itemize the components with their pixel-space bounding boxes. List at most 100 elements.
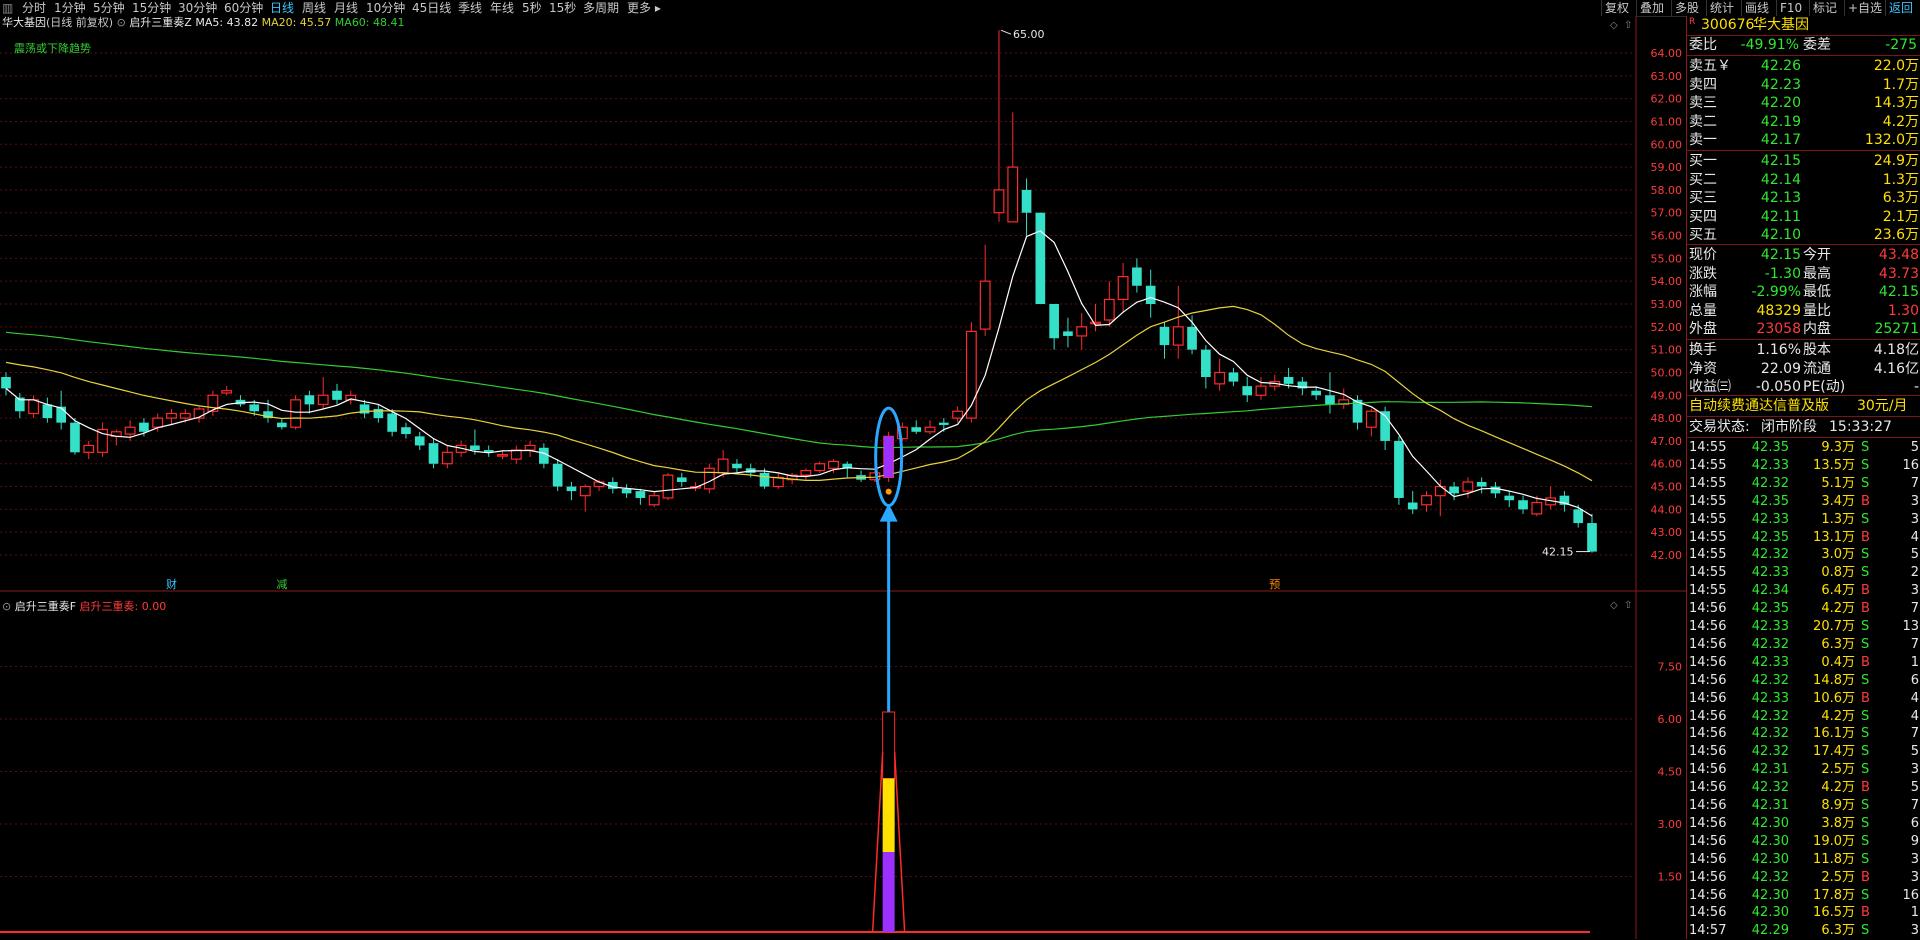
- candle-body[interactable]: [1476, 481, 1487, 487]
- candle-body[interactable]: [317, 394, 329, 406]
- candle-body[interactable]: [1159, 326, 1170, 346]
- candle-body[interactable]: [124, 426, 136, 435]
- candle-body[interactable]: [1049, 304, 1059, 339]
- tick-row[interactable]: 14:56 42.32 16.1万 S 7: [1687, 725, 1920, 743]
- candle-body[interactable]: [952, 410, 964, 419]
- period-tab-2[interactable]: 5分钟: [93, 0, 125, 16]
- tool-button-5[interactable]: F10: [1776, 0, 1805, 16]
- candle-body[interactable]: [924, 426, 936, 433]
- period-tab-6[interactable]: 日线: [270, 0, 294, 16]
- candle-body[interactable]: [83, 444, 95, 453]
- candle-body[interactable]: [1063, 331, 1073, 336]
- period-tab-9[interactable]: 10分钟: [366, 0, 405, 16]
- tick-row[interactable]: 14:56 42.31 8.9万 S 7: [1687, 797, 1920, 815]
- candle-body[interactable]: [579, 485, 591, 497]
- tick-row[interactable]: 14:56 42.30 19.0万 S 9: [1687, 833, 1920, 851]
- tick-row[interactable]: 14:55 42.33 1.3万 S 3: [1687, 511, 1920, 529]
- tick-row[interactable]: 14:56 42.32 2.5万 B 3: [1687, 869, 1920, 887]
- candle-body[interactable]: [401, 427, 411, 435]
- period-tab-3[interactable]: 15分钟: [132, 0, 171, 16]
- candle-body[interactable]: [703, 467, 715, 490]
- sell-level-5[interactable]: 卖五￥ 42.26 22.0万: [1687, 57, 1920, 75]
- tick-row[interactable]: 14:55 42.35 13.1万 B 4: [1687, 529, 1920, 547]
- candle-body[interactable]: [332, 390, 342, 400]
- tick-row[interactable]: 14:55 42.32 5.1万 S 7: [1687, 475, 1920, 493]
- period-tab-7[interactable]: 周线: [302, 0, 326, 16]
- buy-level-2[interactable]: 买二 42.14 1.3万: [1687, 171, 1920, 189]
- tool-button-3[interactable]: 统计: [1706, 0, 1737, 16]
- period-tab-12[interactable]: 年线: [490, 0, 514, 16]
- period-tab-15[interactable]: 多周期: [583, 0, 619, 16]
- candle-body[interactable]: [1035, 212, 1046, 304]
- candle-body[interactable]: [1228, 372, 1239, 382]
- period-tab-14[interactable]: 15秒: [549, 0, 576, 16]
- candle-body[interactable]: [1132, 267, 1142, 286]
- candle-body[interactable]: [911, 427, 922, 432]
- event-marker[interactable]: 财: [166, 577, 177, 591]
- candle-body[interactable]: [1573, 509, 1584, 524]
- sell-level-2[interactable]: 卖二 42.19 4.2万: [1687, 113, 1920, 131]
- candle-body[interactable]: [524, 444, 536, 451]
- candle-body[interactable]: [814, 463, 826, 472]
- tick-row[interactable]: 14:56 42.32 14.8万 S 6: [1687, 672, 1920, 690]
- candle-body[interactable]: [1007, 166, 1019, 223]
- buy-level-1[interactable]: 买一 42.15 24.9万: [1687, 152, 1920, 170]
- candle-body[interactable]: [566, 486, 577, 492]
- candle-body[interactable]: [800, 469, 812, 476]
- tick-row[interactable]: 14:55 42.35 3.4万 B 3: [1687, 493, 1920, 511]
- period-tab-1[interactable]: 1分钟: [54, 0, 86, 16]
- candle-body[interactable]: [1311, 390, 1322, 396]
- tick-row[interactable]: 14:56 42.33 10.6万 B 4: [1687, 690, 1920, 708]
- period-tab-5[interactable]: 60分钟: [224, 0, 263, 16]
- tick-row[interactable]: 14:56 42.32 4.2万 B 5: [1687, 779, 1920, 797]
- tick-row[interactable]: 14:56 42.30 17.8万 S 16: [1687, 887, 1920, 905]
- candle-body[interactable]: [97, 428, 108, 453]
- event-marker[interactable]: 预: [1269, 578, 1280, 591]
- candle-body[interactable]: [648, 495, 660, 506]
- candle-body[interactable]: [179, 412, 191, 419]
- candle-body[interactable]: [1214, 371, 1226, 385]
- sub-diamond-icon[interactable]: ◇: [1610, 600, 1618, 611]
- event-marker[interactable]: 减: [276, 578, 287, 591]
- candle-body[interactable]: [70, 422, 80, 453]
- promo-row[interactable]: 自动续费通达信普及版 30元/月: [1687, 397, 1920, 415]
- candle-body[interactable]: [676, 477, 687, 482]
- candle-body[interactable]: [42, 404, 53, 419]
- candle-body[interactable]: [1325, 395, 1335, 405]
- sub-expand-icon[interactable]: ⇧: [1624, 600, 1632, 611]
- tick-row[interactable]: 14:55 42.35 9.3万 S 5: [1687, 439, 1920, 457]
- chart-expand-icon[interactable]: ⇧: [1624, 20, 1632, 31]
- tick-row[interactable]: 14:56 42.30 11.8万 S 3: [1687, 851, 1920, 869]
- candle-body[interactable]: [759, 472, 770, 487]
- tick-row[interactable]: 14:55 42.33 0.8万 S 2: [1687, 564, 1920, 582]
- candle-body[interactable]: [1117, 276, 1129, 301]
- candle-body[interactable]: [1504, 495, 1515, 501]
- candle-body[interactable]: [1490, 486, 1501, 494]
- candle-body[interactable]: [717, 458, 729, 474]
- candle-body[interactable]: [1255, 385, 1267, 396]
- candle-body[interactable]: [249, 404, 260, 412]
- period-tab-8[interactable]: 月线: [334, 0, 358, 16]
- candle-body[interactable]: [387, 413, 397, 432]
- indicator-name[interactable]: 启升三重奏Z: [129, 16, 192, 29]
- candle-body[interactable]: [1021, 189, 1032, 213]
- candle-body[interactable]: [539, 447, 549, 464]
- candle-body[interactable]: [166, 412, 177, 419]
- signal-bar-purple[interactable]: [882, 852, 895, 932]
- candle-body[interactable]: [152, 417, 164, 428]
- tick-row[interactable]: 14:55 42.33 13.5万 S 16: [1687, 457, 1920, 475]
- sell-level-1[interactable]: 卖一 42.17 132.0万: [1687, 131, 1920, 149]
- candle-body[interactable]: [1531, 501, 1543, 515]
- candle-body[interactable]: [635, 491, 646, 498]
- candle-body[interactable]: [1187, 326, 1197, 350]
- candle-body[interactable]: [1462, 481, 1474, 492]
- candle-body[interactable]: [414, 436, 425, 446]
- candle-body[interactable]: [1242, 386, 1253, 396]
- kline-chart[interactable]: 64.00 63.00 62.00 61.00 60.00 59.00 58.00 57.00…: [0, 16, 1686, 939]
- candle-body[interactable]: [510, 449, 522, 460]
- sub-indicator-toggle-icon[interactable]: ⊙: [2, 600, 11, 613]
- candle-body[interactable]: [1518, 500, 1528, 510]
- candle-body[interactable]: [139, 422, 149, 432]
- tick-row[interactable]: 14:56 42.30 16.5万 B 1: [1687, 904, 1920, 922]
- candle-body[interactable]: [1587, 523, 1597, 552]
